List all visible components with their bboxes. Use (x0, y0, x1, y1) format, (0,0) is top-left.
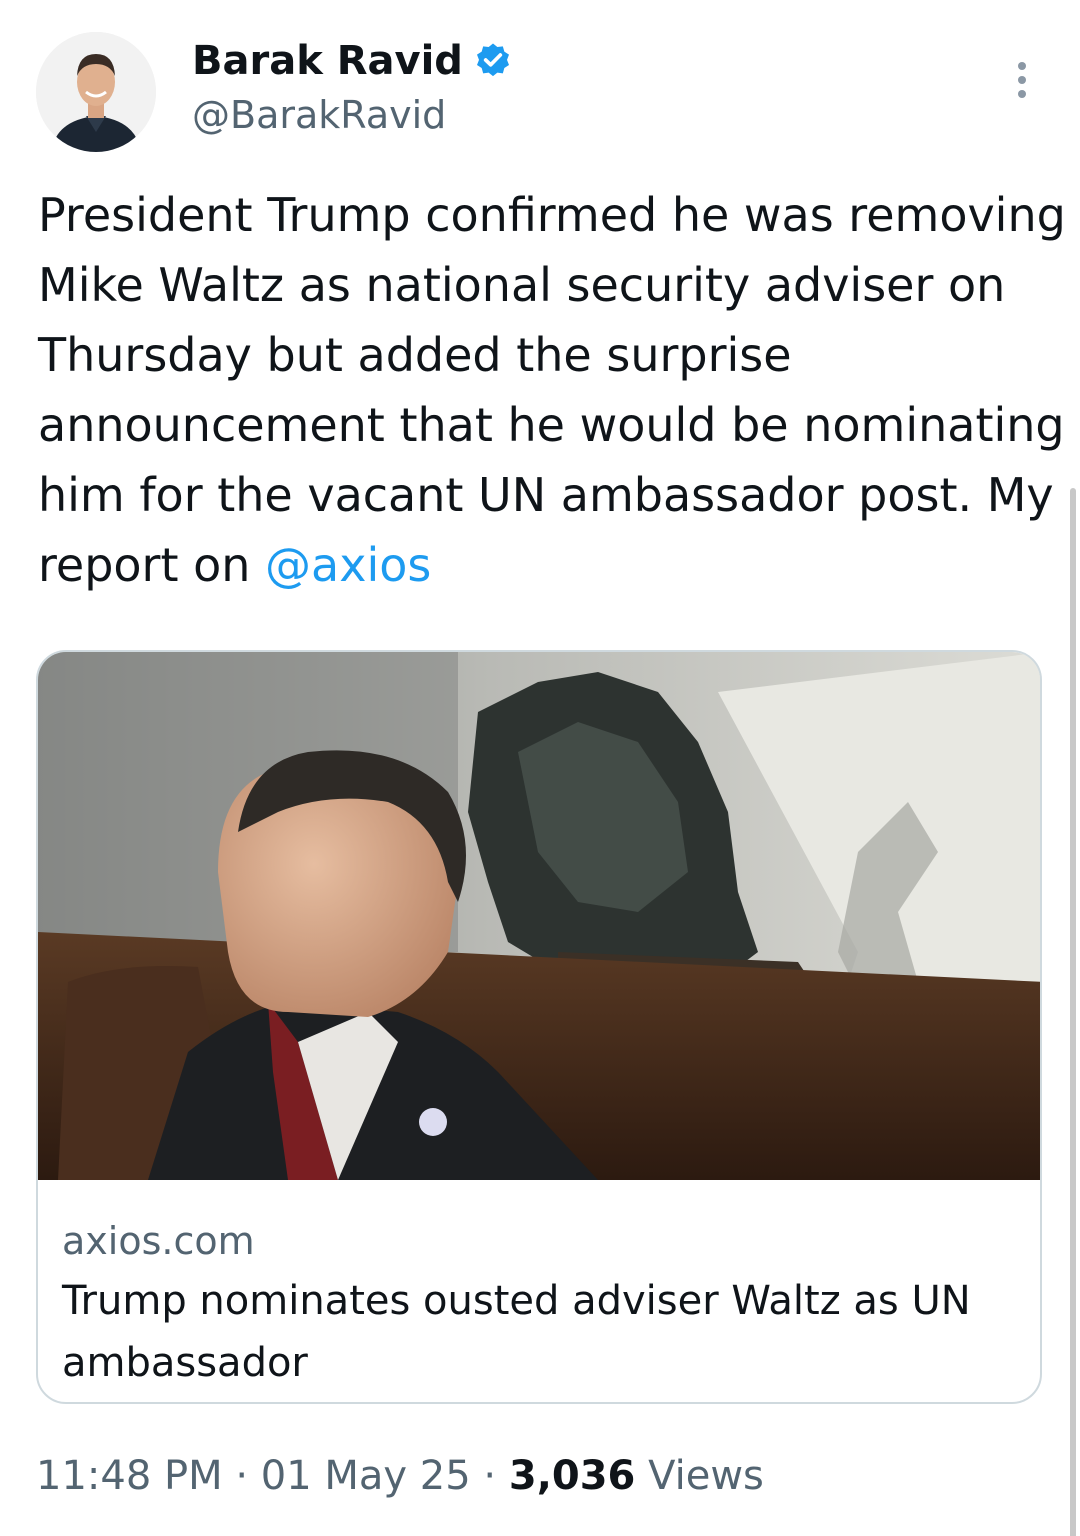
avatar-photo (36, 32, 156, 152)
card-title: Trump nominates ousted adviser Waltz as … (62, 1278, 971, 1386)
scrollbar[interactable] (1070, 488, 1076, 1536)
mention-link[interactable]: @axios (265, 538, 431, 592)
views-count: 3,036 (508, 1453, 636, 1499)
link-card[interactable]: axios.com Trump nominates ousted adviser… (36, 650, 1042, 1404)
tweet: Barak Ravid @BarakRavid President Trump … (0, 0, 1080, 1536)
views-label: Views (648, 1453, 764, 1499)
author-name-row: Barak Ravid (192, 36, 513, 86)
card-domain: axios.com (62, 1219, 255, 1263)
more-options-icon[interactable] (1010, 60, 1034, 100)
card-photo (38, 652, 1040, 1180)
author-handle[interactable]: @BarakRavid (192, 90, 446, 140)
meta-separator: · (483, 1453, 497, 1499)
meta-separator: · (235, 1453, 249, 1499)
tweet-time[interactable]: 11:48 PM (36, 1453, 223, 1499)
author-display-name[interactable]: Barak Ravid (192, 36, 463, 86)
verified-badge-icon (476, 43, 509, 77)
avatar[interactable] (36, 32, 156, 152)
tweet-meta: 11:48 PM · 01 May 25 · 3,036 Views (36, 1448, 764, 1504)
tweet-body: President Trump confirmed he was removin… (38, 188, 1066, 592)
tweet-date[interactable]: 01 May 25 (261, 1453, 471, 1499)
card-image (38, 652, 1040, 1180)
tweet-text: President Trump confirmed he was removin… (38, 180, 1068, 600)
